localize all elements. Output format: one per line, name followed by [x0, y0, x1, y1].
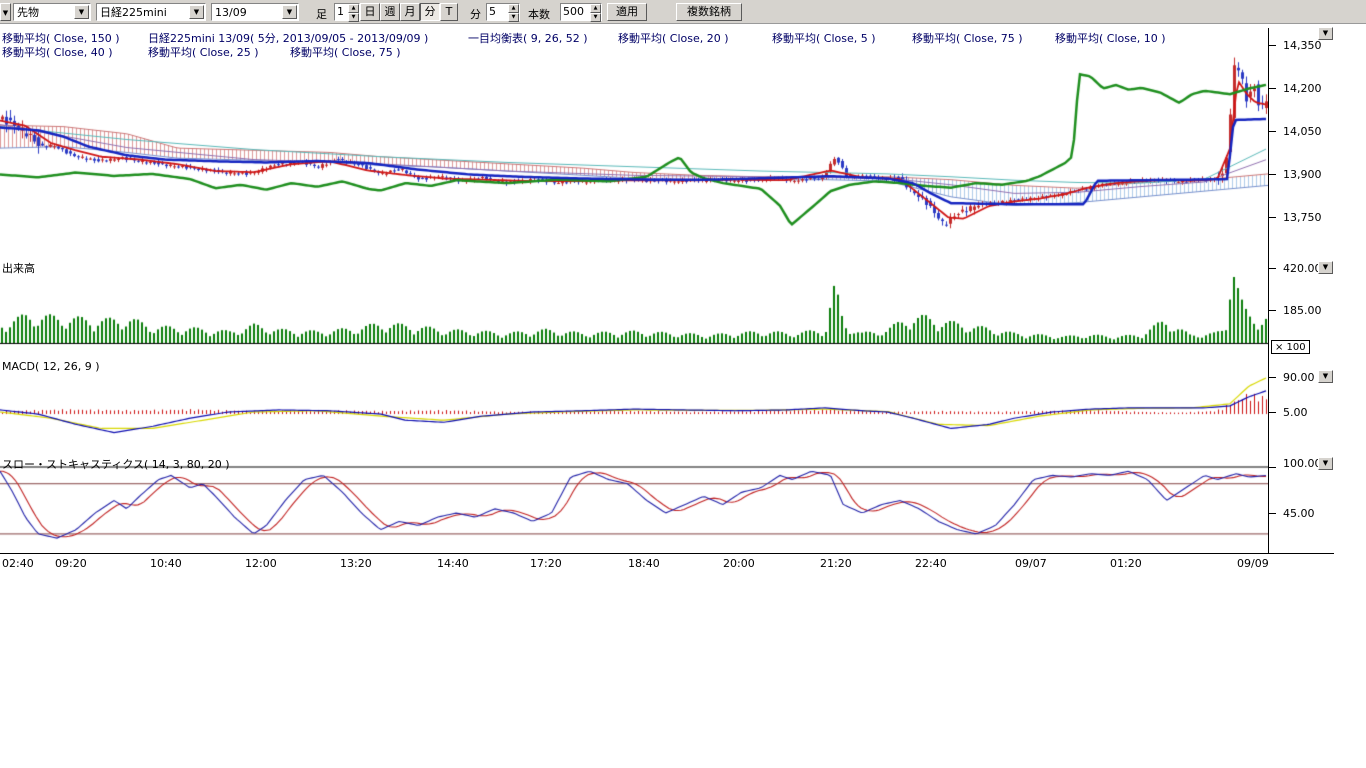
spinner-up-icon[interactable]: ▲: [590, 4, 601, 13]
time-axis-label: 14:40: [437, 557, 469, 570]
interval-stepper[interactable]: 1 ▲▼: [334, 3, 360, 21]
volume-tick-label: 185.00: [1283, 304, 1322, 317]
axis-tick: [1269, 174, 1276, 175]
time-axis-label: 09:20: [55, 557, 87, 570]
edge-combo-chevron-down-icon[interactable]: ▼: [0, 3, 11, 21]
volume-panel-collapse-button[interactable]: ▼: [1318, 261, 1333, 274]
period-week-button[interactable]: 週: [380, 3, 400, 21]
spin-buttons[interactable]: ▲▼: [590, 4, 601, 20]
axis-tick: [1269, 88, 1276, 89]
legend-ma20: 移動平均( Close, 20 ): [618, 30, 729, 46]
time-axis-line: [0, 553, 1334, 554]
legend-ichimoku: 一目均衡表( 9, 26, 52 ): [468, 30, 588, 46]
legend-ma5: 移動平均( Close, 5 ): [772, 30, 876, 46]
price-axis-line: [1268, 28, 1269, 553]
axis-tick: [1269, 268, 1276, 269]
axis-tick: [1269, 310, 1276, 311]
spin-buttons[interactable]: ▲▼: [508, 4, 519, 20]
legend-ma40: 移動平均( Close, 40 ): [2, 44, 113, 60]
axis-tick: [1269, 412, 1276, 413]
symbol-value: 日経225mini: [97, 4, 188, 20]
timeframe-label: 足: [316, 6, 327, 22]
multi-symbol-button[interactable]: 複数銘柄: [676, 3, 742, 21]
spinner-up-icon[interactable]: ▲: [508, 4, 519, 13]
axis-tick: [1269, 377, 1276, 378]
volume-tick-label: 420.00: [1283, 262, 1322, 275]
price-tick-label: 14,050: [1283, 125, 1322, 138]
price-panel-collapse-button[interactable]: ▼: [1318, 27, 1333, 40]
trading-chart-app: ▼ 先物 ▼ 日経225mini ▼ 13/09 ▼ 足 1 ▲▼ 日 週 月 …: [0, 0, 1366, 768]
stoch-tick-label: 100.00: [1283, 457, 1322, 470]
time-axis-label: 22:40: [915, 557, 947, 570]
minute-label: 分: [470, 6, 481, 22]
time-axis-label: 20:00: [723, 557, 755, 570]
axis-tick: [1269, 467, 1276, 468]
minute-value: 5: [487, 4, 508, 20]
time-axis-label: 18:40: [628, 557, 660, 570]
legend-ma25: 移動平均( Close, 25 ): [148, 44, 259, 60]
period-month-button[interactable]: 月: [400, 3, 420, 21]
volume-panel-title: 出来高: [2, 260, 35, 276]
period-day-button[interactable]: 日: [360, 3, 380, 21]
period-minute-button[interactable]: 分: [420, 3, 440, 21]
macd-tick-label: 90.00: [1283, 371, 1315, 384]
volume-multiplier-badge: × 100: [1271, 340, 1310, 354]
instrument-category-select[interactable]: 先物 ▼: [13, 3, 91, 21]
volume-chart-canvas[interactable]: [0, 258, 1268, 345]
time-axis-label: 09/07: [1015, 557, 1047, 570]
legend-ma10: 移動平均( Close, 10 ): [1055, 30, 1166, 46]
axis-tick: [1269, 217, 1276, 218]
time-axis-label: 02:40: [2, 557, 34, 570]
time-axis-label: 21:20: [820, 557, 852, 570]
time-axis-label: 09/09: [1237, 557, 1269, 570]
stoch-tick-label: 45.00: [1283, 507, 1315, 520]
price-tick-label: 13,750: [1283, 211, 1322, 224]
price-chart-canvas[interactable]: [0, 28, 1268, 258]
price-tick-label: 13,900: [1283, 168, 1322, 181]
bar-count-label: 本数: [528, 6, 550, 22]
time-axis-label: 01:20: [1110, 557, 1142, 570]
apply-button[interactable]: 適用: [607, 3, 647, 21]
time-axis-label: 10:40: [150, 557, 182, 570]
axis-tick: [1269, 513, 1276, 514]
legend-ma75b: 移動平均( Close, 75 ): [290, 44, 401, 60]
axis-tick: [1269, 45, 1276, 46]
price-tick-label: 14,200: [1283, 82, 1322, 95]
spinner-up-icon[interactable]: ▲: [348, 4, 359, 13]
chevron-down-icon[interactable]: ▼: [282, 5, 297, 19]
macd-panel-title: MACD( 12, 26, 9 ): [2, 360, 100, 373]
instrument-category-value: 先物: [14, 4, 73, 20]
bar-count-stepper[interactable]: 500 ▲▼: [560, 3, 602, 21]
spinner-down-icon[interactable]: ▼: [590, 13, 601, 22]
period-tick-button[interactable]: T: [440, 3, 458, 21]
toolbar: ▼ 先物 ▼ 日経225mini ▼ 13/09 ▼ 足 1 ▲▼ 日 週 月 …: [0, 0, 1366, 24]
chevron-down-icon[interactable]: ▼: [189, 5, 204, 19]
bar-count-value: 500: [561, 4, 590, 20]
stoch-panel-collapse-button[interactable]: ▼: [1318, 457, 1333, 470]
time-axis-label: 13:20: [340, 557, 372, 570]
stoch-panel-title: スロー・ストキャスティクス( 14, 3, 80, 20 ): [2, 456, 230, 472]
axis-tick: [1269, 131, 1276, 132]
spinner-down-icon[interactable]: ▼: [348, 13, 359, 22]
time-axis-label: 17:20: [530, 557, 562, 570]
contract-month-value: 13/09: [212, 6, 281, 19]
macd-chart-canvas[interactable]: [0, 358, 1268, 445]
legend-ma75: 移動平均( Close, 75 ): [912, 30, 1023, 46]
spinner-down-icon[interactable]: ▼: [508, 13, 519, 22]
interval-value: 1: [335, 4, 348, 20]
chevron-down-icon[interactable]: ▼: [74, 5, 89, 19]
macd-tick-label: 5.00: [1283, 406, 1308, 419]
price-tick-label: 14,350: [1283, 39, 1322, 52]
macd-panel-collapse-button[interactable]: ▼: [1318, 370, 1333, 383]
contract-month-select[interactable]: 13/09 ▼: [211, 3, 299, 21]
time-axis-label: 12:00: [245, 557, 277, 570]
minute-stepper[interactable]: 5 ▲▼: [486, 3, 520, 21]
symbol-select[interactable]: 日経225mini ▼: [96, 3, 206, 21]
spin-buttons[interactable]: ▲▼: [348, 4, 359, 20]
